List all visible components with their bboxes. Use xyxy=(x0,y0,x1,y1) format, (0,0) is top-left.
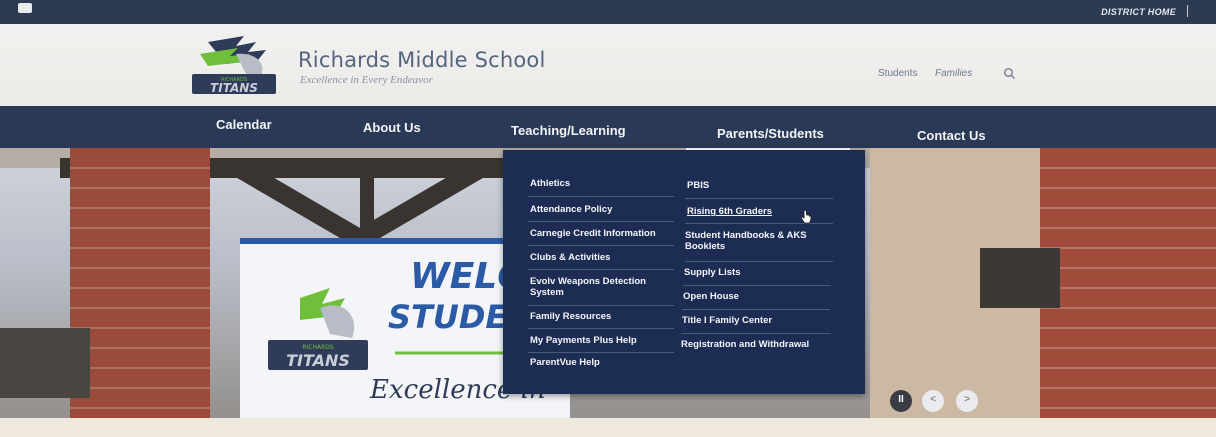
families-link[interactable]: Families xyxy=(935,68,972,79)
logo-wordmark: TITANS xyxy=(210,81,258,95)
divider xyxy=(683,285,831,286)
district-home-link[interactable]: DISTRICT HOME xyxy=(1101,7,1176,17)
menu-item-family-resources[interactable]: Family Resources xyxy=(530,311,611,322)
divider xyxy=(1187,5,1188,17)
nav-contact-us[interactable]: Contact Us xyxy=(917,128,986,143)
divider xyxy=(528,269,674,270)
banner-logo-sub: RICHARDS xyxy=(302,344,334,351)
menu-item-my-payments-plus[interactable]: My Payments Plus Help xyxy=(530,335,637,346)
pause-icon: II xyxy=(898,394,904,405)
divider xyxy=(681,333,831,334)
banner-logo-wordmark: TITANS xyxy=(286,351,350,370)
divider xyxy=(528,328,674,329)
nav-calendar[interactable]: Calendar xyxy=(216,117,272,132)
menu-item-title-i-family-center[interactable]: Title I Family Center xyxy=(682,315,772,326)
main-nav: Calendar About Us Teaching/Learning Pare… xyxy=(0,106,1216,148)
site-header: RICHARDS TITANS Richards Middle School E… xyxy=(0,24,1216,106)
menu-item-attendance-policy[interactable]: Attendance Policy xyxy=(530,204,612,215)
carousel-next-button[interactable]: > xyxy=(956,390,978,412)
parents-students-dropdown: Athletics Attendance Policy Carnegie Cre… xyxy=(503,150,865,394)
menu-item-supply-lists[interactable]: Supply Lists xyxy=(684,267,740,278)
divider xyxy=(528,245,674,246)
menu-item-rising-6th-graders[interactable]: Rising 6th Graders xyxy=(687,206,772,217)
divider xyxy=(685,198,833,199)
chevron-left-icon: < xyxy=(930,394,936,405)
nav-parents-students[interactable]: Parents/Students xyxy=(717,126,824,141)
menu-item-evolv-weapons[interactable]: Evolv Weapons Detection System xyxy=(530,276,670,298)
search-icon[interactable] xyxy=(1003,67,1016,80)
menu-item-clubs-activities[interactable]: Clubs & Activities xyxy=(530,252,610,263)
school-name[interactable]: Richards Middle School xyxy=(298,48,546,72)
active-nav-indicator xyxy=(686,148,850,150)
menu-item-parentvue-help[interactable]: ParentVue Help xyxy=(530,357,600,368)
menu-toggle-icon[interactable] xyxy=(18,3,32,13)
utility-bar: DISTRICT HOME xyxy=(0,0,1216,24)
divider xyxy=(528,352,674,353)
divider xyxy=(682,309,830,310)
divider xyxy=(528,305,674,306)
menu-item-student-handbooks[interactable]: Student Handbooks & AKS Booklets xyxy=(685,230,833,252)
menu-item-carnegie-credit[interactable]: Carnegie Credit Information xyxy=(530,228,656,239)
chevron-right-icon: > xyxy=(964,394,970,405)
nav-about-us[interactable]: About Us xyxy=(363,120,421,135)
carousel-prev-button[interactable]: < xyxy=(922,390,944,412)
school-tagline: Excellence in Every Endeavor xyxy=(300,74,433,86)
hand-pointer-icon xyxy=(800,209,812,226)
menu-item-open-house[interactable]: Open House xyxy=(683,291,739,302)
students-link[interactable]: Students xyxy=(878,68,917,79)
menu-item-registration-withdrawal[interactable]: Registration and Withdrawal xyxy=(681,339,809,350)
divider xyxy=(528,221,674,222)
divider xyxy=(685,261,833,262)
menu-item-athletics[interactable]: Athletics xyxy=(530,178,570,189)
divider xyxy=(528,196,674,197)
menu-item-pbis[interactable]: PBIS xyxy=(687,180,709,191)
carousel-pause-button[interactable]: II xyxy=(890,390,912,412)
school-logo[interactable]: RICHARDS TITANS xyxy=(186,34,282,100)
nav-teaching-learning[interactable]: Teaching/Learning xyxy=(511,123,626,138)
